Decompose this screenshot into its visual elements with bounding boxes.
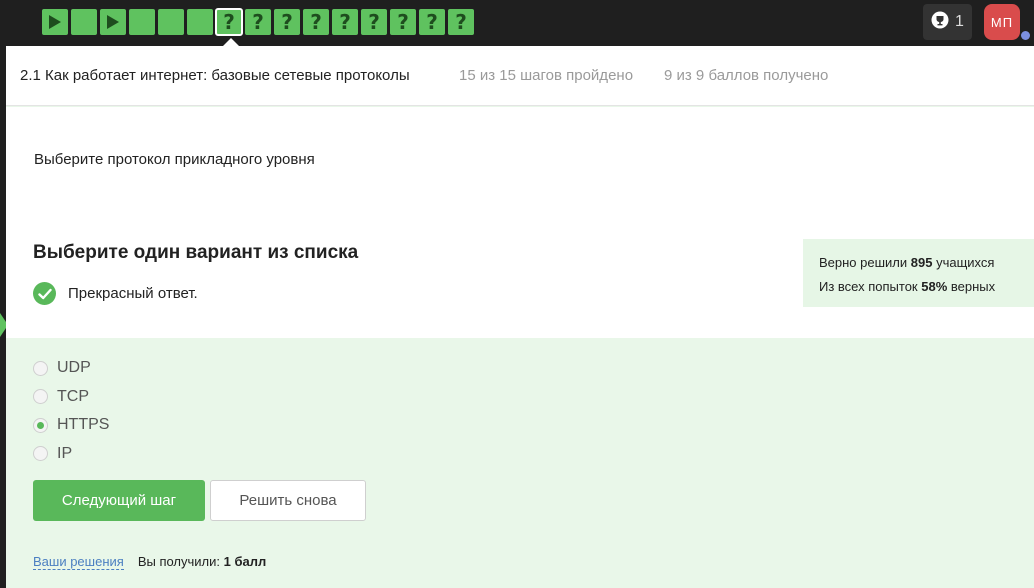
achievements-button[interactable]: 1 (923, 4, 972, 40)
lesson-header: 2.1 Как работает интернет: базовые сетев… (6, 46, 1034, 106)
step-4[interactable] (129, 9, 155, 35)
answer-options: UDP TCP HTTPS IP (33, 354, 109, 468)
stats-attempts-prefix: Из всех попыток (819, 279, 922, 294)
retry-button[interactable]: Решить снова (210, 480, 366, 521)
stats-attempts-suffix: верных (947, 279, 996, 294)
question-mark-icon: ? (281, 10, 293, 34)
step-12[interactable]: ? (361, 9, 387, 35)
question-mark-icon: ? (426, 10, 438, 34)
result-footer: Ваши решения Вы получили: 1 балл (33, 554, 266, 570)
question-mark-icon: ? (310, 10, 322, 34)
option-radio[interactable] (33, 446, 48, 462)
step-7[interactable]: ? (215, 8, 243, 36)
question-mark-icon: ? (455, 10, 467, 34)
question-text: Выберите протокол прикладного уровня (34, 151, 315, 168)
step-14[interactable]: ? (419, 9, 445, 35)
trophy-count: 1 (955, 13, 964, 30)
user-avatar[interactable]: МП (984, 4, 1020, 40)
step-11[interactable]: ? (332, 9, 358, 35)
question-mark-icon: ? (252, 10, 264, 34)
your-solutions-link[interactable]: Ваши решения (33, 554, 124, 570)
question-mark-icon: ? (368, 10, 380, 34)
play-icon (49, 15, 61, 29)
play-icon (107, 15, 119, 29)
option-2[interactable]: TCP (33, 383, 109, 412)
stats-attempts-percent: 58% (921, 279, 948, 294)
solve-stats: Верно решили 895 учащихся Из всех попыто… (803, 239, 1034, 307)
top-bar: ????????? 1 МП (0, 0, 1034, 46)
lesson-progress: 15 из 15 шагов пройдено (459, 67, 634, 84)
step-1[interactable] (42, 9, 68, 35)
step-13[interactable]: ? (390, 9, 416, 35)
stats-solved: Верно решили 895 учащихся (819, 251, 1034, 275)
option-label: UDP (57, 359, 91, 377)
step-5[interactable] (158, 9, 184, 35)
section-heading: Выберите один вариант из списка (33, 242, 359, 263)
stats-solved-suffix: учащихся (932, 255, 995, 270)
step-9[interactable]: ? (274, 9, 300, 35)
step-6[interactable] (187, 9, 213, 35)
option-1[interactable]: UDP (33, 354, 109, 383)
lesson-score: 9 из 9 баллов получено (664, 67, 829, 84)
feedback-message: Прекрасный ответ. (33, 282, 198, 305)
stats-attempts: Из всех попыток 58% верных (819, 275, 1034, 299)
received-label: Вы получили: (137, 554, 224, 569)
option-label: IP (57, 444, 73, 462)
trophy-icon (931, 11, 949, 34)
option-label: TCP (57, 387, 89, 405)
step-8[interactable]: ? (245, 9, 271, 35)
next-step-button[interactable]: Следующий шаг (33, 480, 205, 521)
option-radio[interactable] (33, 417, 48, 433)
step-3[interactable] (100, 9, 126, 35)
active-step-caret (223, 38, 239, 46)
notification-dot (1021, 31, 1030, 40)
step-navigation: ????????? (42, 8, 474, 36)
received-points: Вы получили: 1 балл (138, 554, 266, 570)
step-2[interactable] (71, 9, 97, 35)
question-mark-icon: ? (397, 10, 409, 34)
step-15[interactable]: ? (448, 9, 474, 35)
stats-solved-prefix: Верно решили (819, 255, 911, 270)
received-value: 1 балл (223, 554, 267, 569)
question-mark-icon: ? (339, 10, 351, 34)
option-radio[interactable] (33, 389, 48, 405)
option-radio[interactable] (33, 360, 48, 376)
check-circle-icon (33, 282, 56, 305)
stats-solved-count: 895 (910, 255, 933, 270)
feedback-text: Прекрасный ответ. (68, 285, 198, 302)
option-label: HTTPS (57, 416, 110, 434)
option-3[interactable]: HTTPS (33, 411, 109, 440)
option-4[interactable]: IP (33, 440, 109, 469)
question-mark-icon: ? (223, 10, 235, 34)
step-10[interactable]: ? (303, 9, 329, 35)
lesson-title[interactable]: 2.1 Как работает интернет: базовые сетев… (20, 67, 410, 84)
